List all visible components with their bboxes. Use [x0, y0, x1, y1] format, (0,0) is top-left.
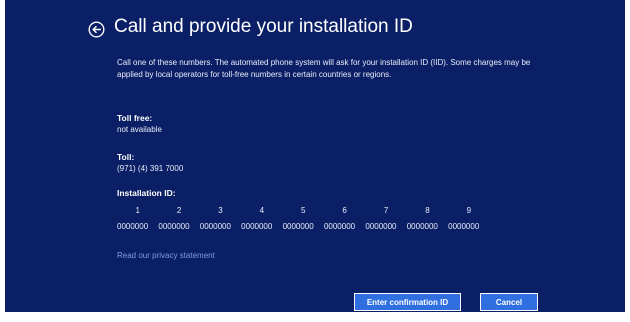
iid-group: 0000000 — [323, 222, 356, 231]
iid-group: 0000000 — [406, 222, 438, 231]
iid-column-number: 5 — [301, 206, 306, 215]
installation-id-label: Installation ID: — [117, 188, 176, 198]
iid-group: 0000000 — [448, 222, 480, 231]
privacy-statement-link[interactable]: Read our privacy statement — [117, 251, 215, 260]
toll-value: (971) (4) 391 7000 — [117, 164, 184, 173]
installation-id-columns: 1 2 3 4 5 6 7 8 9 — [117, 206, 490, 215]
toll-label: Toll: — [117, 152, 135, 162]
page-title: Call and provide your installation ID — [114, 16, 413, 37]
iid-column-number: 6 — [342, 206, 347, 215]
iid-column-number: 1 — [135, 206, 140, 215]
iid-column-number: 9 — [466, 206, 472, 215]
enter-confirmation-id-button[interactable]: Enter confirmation ID — [354, 293, 461, 311]
activation-screen: Call and provide your installation ID Ca… — [5, 0, 625, 312]
back-arrow-circle-icon[interactable] — [88, 21, 105, 38]
cancel-button[interactable]: Cancel — [480, 293, 538, 311]
iid-group: 0000000 — [117, 222, 149, 231]
instructions-text: Call one of these numbers. The automated… — [117, 58, 531, 79]
iid-column-number: 2 — [176, 206, 182, 215]
iid-group: 0000000 — [158, 222, 190, 231]
toll-free-label: Toll free: — [117, 113, 153, 123]
iid-column-number: 3 — [218, 206, 223, 215]
iid-column-number: 7 — [383, 206, 389, 215]
iid-group: 0000000 — [241, 222, 273, 231]
iid-group: 0000000 — [199, 222, 231, 231]
installation-id-groups: 0000000 0000000 0000000 0000000 0000000 … — [117, 222, 490, 231]
toll-free-value: not available — [117, 125, 162, 134]
iid-column-number: 4 — [259, 206, 265, 215]
iid-column-number: 8 — [425, 206, 430, 215]
iid-group: 0000000 — [282, 222, 314, 231]
iid-group: 0000000 — [365, 222, 397, 231]
